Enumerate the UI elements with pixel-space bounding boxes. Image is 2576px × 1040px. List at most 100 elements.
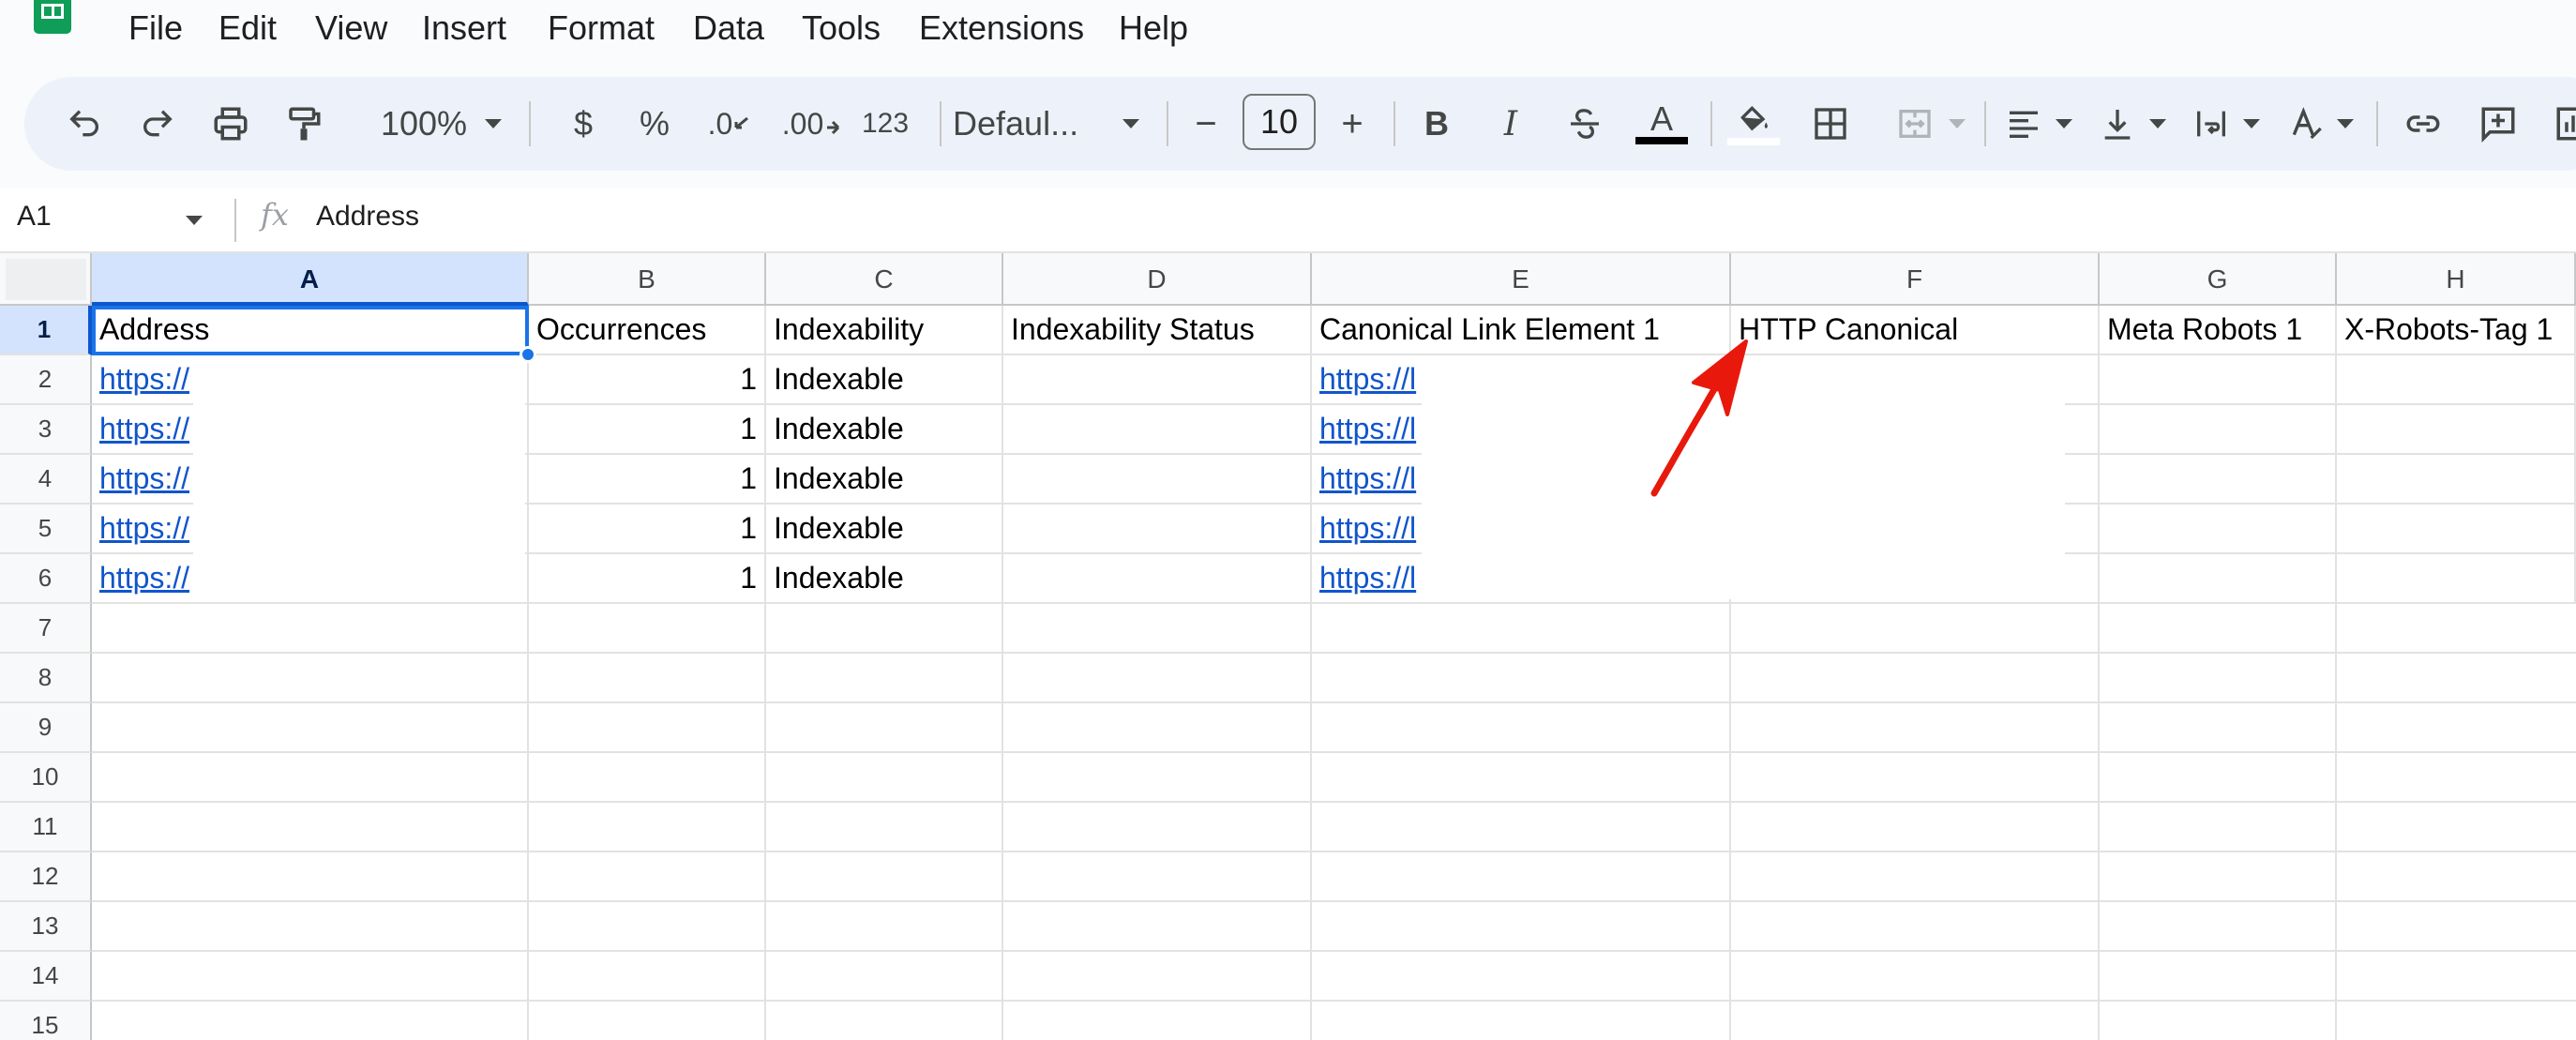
merge-cells-icon[interactable] (1889, 96, 1941, 152)
cell-c3[interactable]: Indexable (766, 405, 1003, 455)
rotation-caret-icon[interactable] (2331, 96, 2359, 152)
menu-extensions[interactable]: Extensions (919, 8, 1084, 49)
paint-format-icon[interactable] (278, 96, 330, 152)
row-header-9[interactable]: 9 (0, 703, 92, 753)
cell-h1[interactable]: X-Robots-Tag 1 (2337, 306, 2576, 355)
menu-edit[interactable]: Edit (218, 8, 277, 49)
column-header-g[interactable]: G (2100, 253, 2337, 306)
cell-d6[interactable] (1003, 554, 1312, 604)
percent-format-button[interactable]: % (628, 96, 681, 152)
row-header-12[interactable]: 12 (0, 852, 92, 902)
currency-format-button[interactable]: $ (557, 96, 610, 152)
vertical-align-icon[interactable] (2091, 96, 2144, 152)
cell-b6[interactable]: 1 (529, 554, 766, 604)
sheets-logo-icon[interactable] (34, 0, 71, 34)
cell-b4[interactable]: 1 (529, 455, 766, 505)
redo-icon[interactable] (131, 96, 184, 152)
row-header-13[interactable]: 13 (0, 902, 92, 952)
cell-b2[interactable]: 1 (529, 355, 766, 405)
fill-color-icon[interactable] (1724, 96, 1784, 152)
empty-rows-area[interactable] (92, 604, 2576, 1040)
cell-d3[interactable] (1003, 405, 1312, 455)
cell-b1[interactable]: Occurrences (529, 306, 766, 355)
cell-g3[interactable] (2100, 405, 2337, 455)
name-box[interactable]: A1 (17, 201, 52, 233)
valign-caret-icon[interactable] (2144, 96, 2172, 152)
increase-font-size-button[interactable]: + (1326, 96, 1378, 152)
cell-g2[interactable] (2100, 355, 2337, 405)
strikethrough-icon[interactable] (1559, 96, 1611, 152)
cell-h4[interactable] (2337, 455, 2576, 505)
cell-e1[interactable]: Canonical Link Element 1 (1312, 306, 1731, 355)
increase-decimal-button[interactable]: .00 (775, 96, 850, 152)
menu-file[interactable]: File (128, 8, 183, 49)
halign-caret-icon[interactable] (2050, 96, 2078, 152)
cell-c2[interactable]: Indexable (766, 355, 1003, 405)
borders-icon[interactable] (1804, 96, 1857, 152)
row-header-14[interactable]: 14 (0, 952, 92, 1002)
cell-h3[interactable] (2337, 405, 2576, 455)
undo-icon[interactable] (58, 96, 111, 152)
row-header-1[interactable]: 1 (0, 306, 92, 355)
insert-link-icon[interactable] (2397, 96, 2449, 152)
row-header-11[interactable]: 11 (0, 803, 92, 852)
cell-g6[interactable] (2100, 554, 2337, 604)
menu-insert[interactable]: Insert (422, 8, 506, 49)
menu-view[interactable]: View (315, 8, 387, 49)
font-family-select[interactable]: Defaul... (953, 96, 1122, 152)
cell-g4[interactable] (2100, 455, 2337, 505)
select-all-corner[interactable] (0, 253, 92, 306)
column-header-c[interactable]: C (766, 253, 1003, 306)
text-color-button[interactable]: A (1632, 96, 1692, 152)
zoom-select[interactable]: 100% (358, 96, 490, 152)
zoom-caret-icon[interactable] (475, 96, 512, 152)
fill-handle[interactable] (520, 346, 536, 363)
cell-c4[interactable]: Indexable (766, 455, 1003, 505)
cell-b5[interactable]: 1 (529, 505, 766, 554)
cell-h5[interactable] (2337, 505, 2576, 554)
row-header-10[interactable]: 10 (0, 753, 92, 803)
row-header-4[interactable]: 4 (0, 455, 92, 505)
cell-g5[interactable] (2100, 505, 2337, 554)
text-rotation-icon[interactable] (2279, 96, 2331, 152)
wrap-caret-icon[interactable] (2237, 96, 2266, 152)
row-header-3[interactable]: 3 (0, 405, 92, 455)
merge-caret-icon[interactable] (1943, 96, 1971, 152)
cell-d2[interactable] (1003, 355, 1312, 405)
menu-data[interactable]: Data (693, 8, 764, 49)
cell-d5[interactable] (1003, 505, 1312, 554)
cell-d4[interactable] (1003, 455, 1312, 505)
cell-b3[interactable]: 1 (529, 405, 766, 455)
row-header-5[interactable]: 5 (0, 505, 92, 554)
insert-comment-icon[interactable] (2472, 96, 2524, 152)
bold-button[interactable]: B (1410, 96, 1463, 152)
row-header-7[interactable]: 7 (0, 604, 92, 654)
row-header-2[interactable]: 2 (0, 355, 92, 405)
decrease-font-size-button[interactable]: − (1180, 96, 1232, 152)
cell-c6[interactable]: Indexable (766, 554, 1003, 604)
column-header-h[interactable]: H (2337, 253, 2576, 306)
cell-c1[interactable]: Indexability (766, 306, 1003, 355)
cell-h2[interactable] (2337, 355, 2576, 405)
menu-tools[interactable]: Tools (802, 8, 881, 49)
print-icon[interactable] (204, 96, 257, 152)
row-header-15[interactable]: 15 (0, 1002, 92, 1040)
cell-a1[interactable]: Address (92, 306, 529, 355)
horizontal-align-icon[interactable] (1997, 96, 2050, 152)
font-size-input[interactable]: 10 (1243, 94, 1316, 150)
column-header-a[interactable]: A (92, 253, 529, 306)
cell-h6[interactable] (2337, 554, 2576, 604)
italic-button[interactable]: I (1484, 96, 1537, 152)
formula-input[interactable]: Address (316, 201, 419, 233)
text-wrap-icon[interactable] (2185, 96, 2237, 152)
decrease-decimal-button[interactable]: .0 (696, 96, 763, 152)
row-header-8[interactable]: 8 (0, 654, 92, 703)
cell-d1[interactable]: Indexability Status (1003, 306, 1312, 355)
menu-format[interactable]: Format (548, 8, 655, 49)
font-caret-icon[interactable] (1112, 96, 1150, 152)
insert-chart-icon[interactable] (2547, 96, 2576, 152)
column-header-d[interactable]: D (1003, 253, 1312, 306)
more-formats-button[interactable]: 123 (846, 96, 925, 152)
cell-f1[interactable]: HTTP Canonical (1731, 306, 2100, 355)
menu-help[interactable]: Help (1119, 8, 1188, 49)
